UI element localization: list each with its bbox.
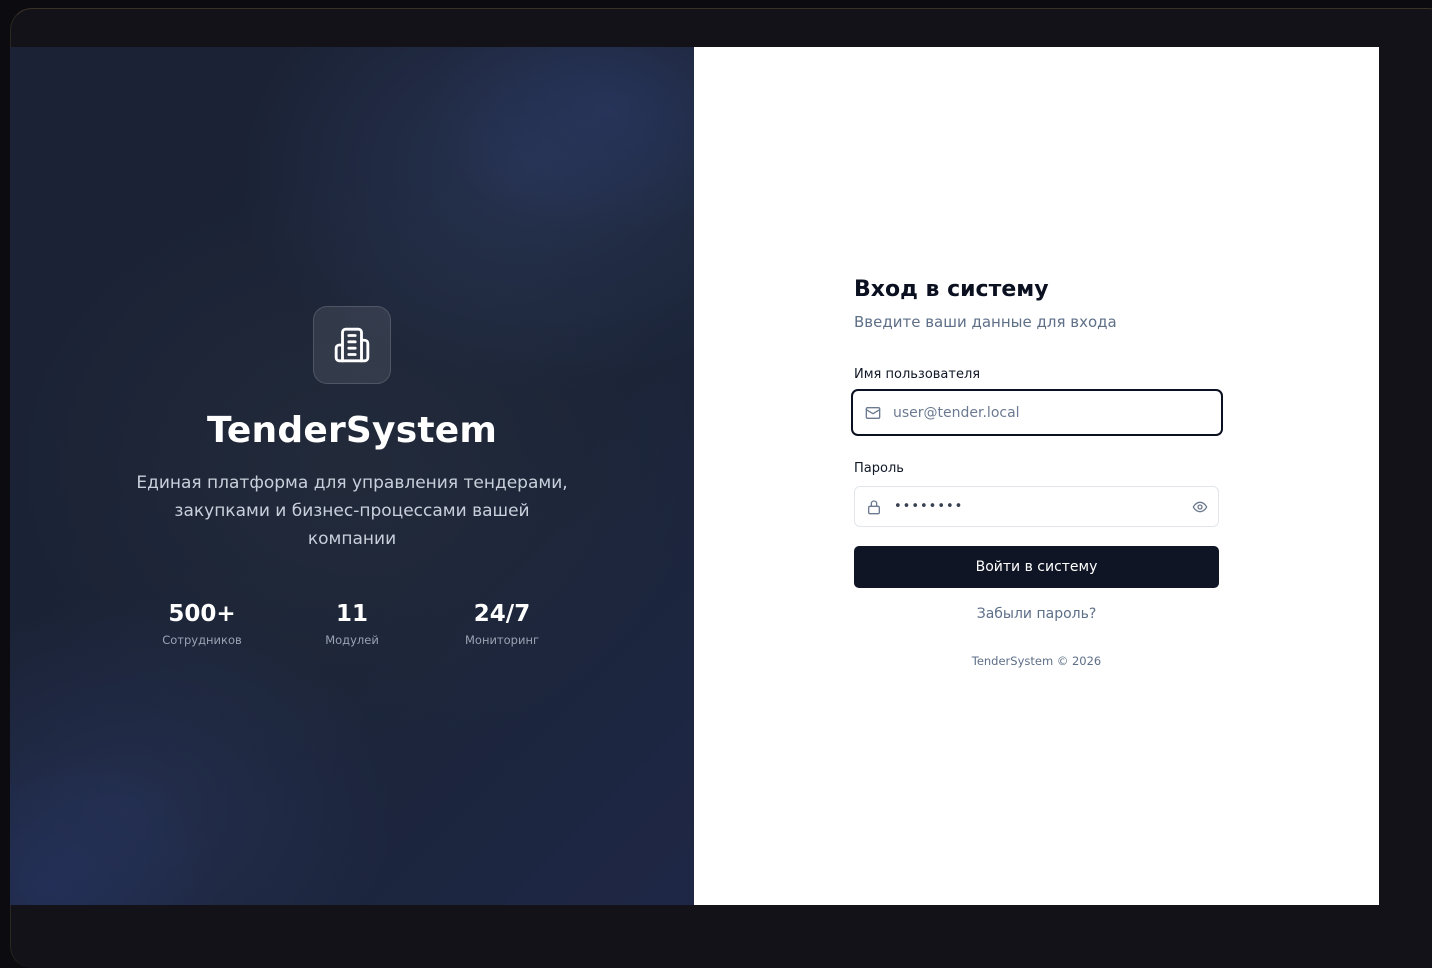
stat-value: 11	[335, 601, 368, 627]
mail-icon	[865, 405, 881, 421]
stat-employees: 500+ Сотрудников	[127, 601, 277, 647]
password-field[interactable]: ••••••••	[854, 486, 1219, 527]
login-title: Вход в систему	[854, 277, 1049, 302]
brand-title: TenderSystem	[206, 410, 498, 451]
lock-icon	[866, 499, 882, 515]
password-input[interactable]: ••••••••	[894, 499, 963, 514]
brand-block: TenderSystem Единая платформа для управл…	[10, 306, 694, 647]
stats-row: 500+ Сотрудников 11 Модулей 24/7 Монитор…	[10, 601, 694, 647]
building-icon	[334, 327, 370, 363]
stat-value: 500+	[168, 601, 236, 627]
login-subtitle: Введите ваши данные для входа	[854, 313, 1117, 331]
footer-copyright: TenderSystem © 2026	[971, 654, 1102, 668]
logo-badge	[313, 306, 391, 384]
stat-value: 24/7	[473, 601, 531, 627]
stat-modules: 11 Модулей	[277, 601, 427, 647]
password-label: Пароль	[854, 461, 904, 476]
username-input[interactable]	[891, 403, 1165, 422]
login-button[interactable]: Войти в систему	[854, 546, 1219, 588]
brand-tagline: Единая платформа для управления тендерам…	[136, 473, 568, 549]
app-screen: TenderSystem Единая платформа для управл…	[10, 47, 1379, 905]
stat-label: Мониторинг	[464, 633, 540, 647]
login-panel: Вход в систему Введите ваши данные для в…	[694, 47, 1379, 905]
brand-panel: TenderSystem Единая платформа для управл…	[10, 47, 694, 905]
username-label: Имя пользователя	[854, 367, 981, 382]
forgot-password-link[interactable]: Забыли пароль?	[854, 606, 1219, 622]
username-field[interactable]	[851, 389, 1223, 436]
stat-label: Модулей	[325, 633, 379, 647]
login-form: Вход в систему Введите ваши данные для в…	[851, 277, 1223, 668]
eye-icon[interactable]	[1192, 499, 1208, 515]
stat-label: Сотрудников	[162, 633, 242, 647]
stat-monitoring: 24/7 Мониторинг	[427, 601, 577, 647]
